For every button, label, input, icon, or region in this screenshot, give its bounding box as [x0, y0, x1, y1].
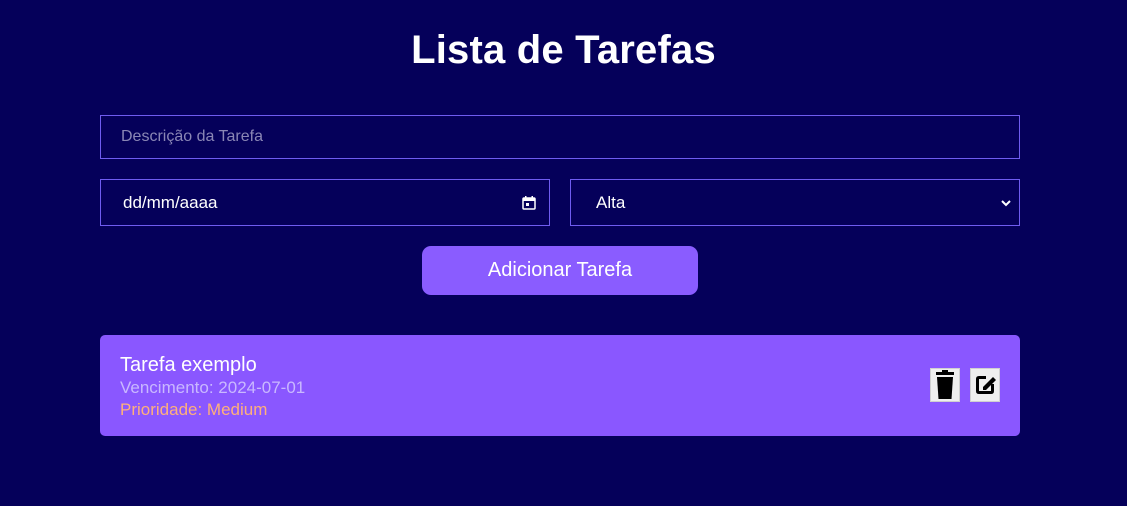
calendar-icon[interactable] — [521, 195, 537, 211]
add-task-button[interactable]: Adicionar Tarefa — [422, 246, 698, 295]
task-due-date: Vencimento: 2024-07-01 — [120, 378, 306, 397]
task-name: Tarefa exemplo — [120, 354, 257, 376]
due-date-placeholder: dd/mm/aaaa — [123, 192, 218, 212]
due-date-input[interactable]: dd/mm/aaaa — [100, 179, 550, 226]
task-list-page: Lista de Tarefas dd/mm/aaaa Alta Adicion… — [0, 0, 1127, 506]
delete-task-button[interactable] — [930, 368, 960, 402]
edit-task-button[interactable] — [970, 368, 1000, 402]
page-title: Lista de Tarefas — [411, 28, 716, 72]
trash-icon — [933, 370, 957, 400]
chevron-down-icon — [999, 196, 1013, 210]
priority-select-value: Alta — [596, 192, 626, 212]
task-priority: Prioridade: Medium — [120, 400, 268, 419]
task-actions — [930, 368, 1000, 402]
task-description-input[interactable] — [100, 115, 1020, 159]
edit-icon — [971, 371, 999, 399]
task-item: Tarefa exemplo Vencimento: 2024-07-01 Pr… — [100, 335, 1020, 436]
priority-select[interactable]: Alta — [570, 179, 1020, 226]
